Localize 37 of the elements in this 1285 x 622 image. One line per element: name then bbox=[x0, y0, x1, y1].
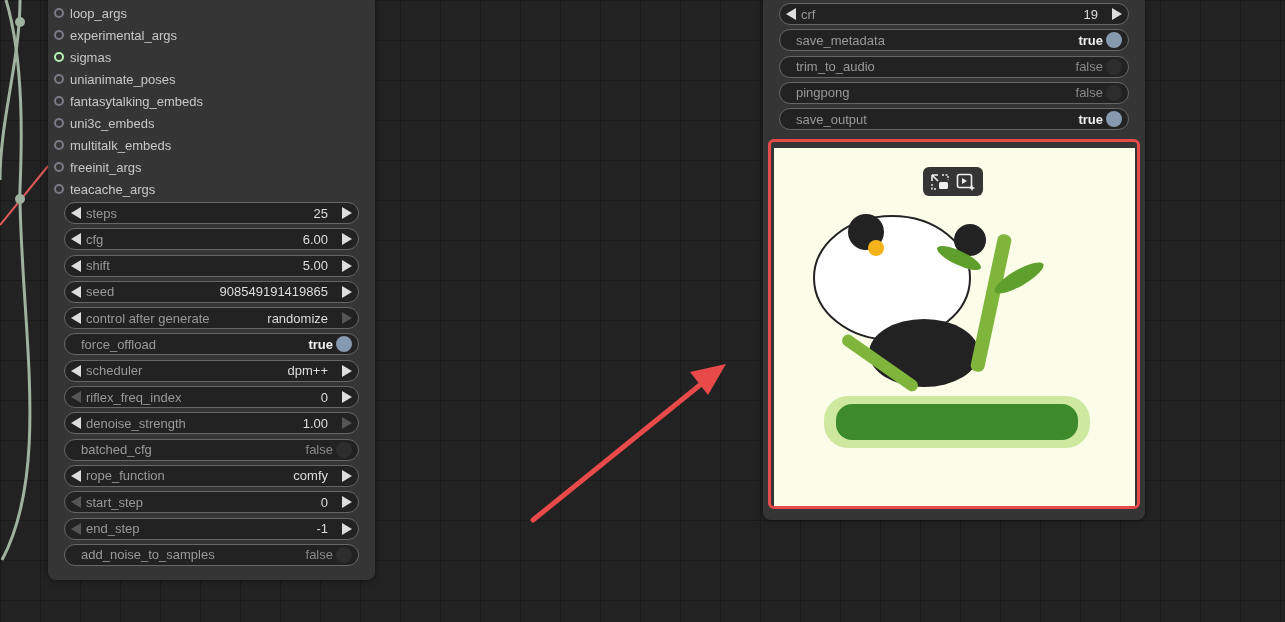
toggle-dot-icon[interactable] bbox=[336, 336, 352, 353]
input-label: sigmas bbox=[70, 49, 112, 65]
toggle-dot-icon[interactable] bbox=[1106, 32, 1122, 49]
input-slot-icon[interactable] bbox=[54, 8, 64, 18]
toggle-dot-icon[interactable] bbox=[1106, 58, 1122, 75]
sampler-node[interactable] bbox=[48, 0, 375, 580]
wire-reroute-dot[interactable] bbox=[15, 194, 25, 204]
toggle-widget[interactable]: add_noise_to_samples false bbox=[64, 543, 359, 566]
toggle-widget[interactable]: save_metadata true bbox=[779, 29, 1129, 52]
input-slot-icon[interactable] bbox=[54, 184, 64, 194]
toggle-dot-icon[interactable] bbox=[336, 546, 352, 563]
input-label: freeinit_args bbox=[70, 159, 142, 175]
toggle-dot-icon[interactable] bbox=[1106, 111, 1122, 128]
swap-icon[interactable] bbox=[930, 172, 950, 191]
input-slot-icon[interactable] bbox=[54, 74, 64, 84]
input-slot-icon[interactable] bbox=[54, 96, 64, 106]
toggle-dot-icon[interactable] bbox=[1106, 84, 1122, 101]
play-sparkle-icon[interactable] bbox=[956, 172, 976, 191]
input-label: fantasytalking_embeds bbox=[70, 93, 203, 109]
input-label: teacache_args bbox=[70, 181, 156, 197]
video-combine-node[interactable]: crf 19 save_metadata true trim_to_audio false pingpong false save_output true bbox=[763, 0, 1145, 520]
input-label: uni3c_embeds bbox=[70, 115, 155, 131]
toggle-widget[interactable]: pingpong false bbox=[779, 81, 1129, 104]
toggle-widget[interactable]: trim_to_audio false bbox=[779, 55, 1129, 78]
wire-reroute-dot[interactable] bbox=[15, 17, 25, 27]
input-slot-icon[interactable] bbox=[54, 118, 64, 128]
input-label: multitalk_embeds bbox=[70, 137, 172, 153]
input-label: unianimate_poses bbox=[70, 71, 176, 87]
input-label: loop_args bbox=[70, 5, 128, 21]
input-slot-icon[interactable] bbox=[54, 140, 64, 150]
toggle-widget[interactable]: save_output true bbox=[779, 108, 1129, 131]
toggle-widget[interactable]: force_offload true bbox=[64, 333, 359, 356]
input-slot-icon[interactable] bbox=[54, 162, 64, 172]
toggle-widget[interactable]: batched_cfg false bbox=[64, 438, 359, 461]
input-label: experimental_args bbox=[70, 27, 177, 43]
toggle-dot-icon[interactable] bbox=[336, 441, 352, 458]
input-slot-icon[interactable] bbox=[54, 30, 64, 40]
